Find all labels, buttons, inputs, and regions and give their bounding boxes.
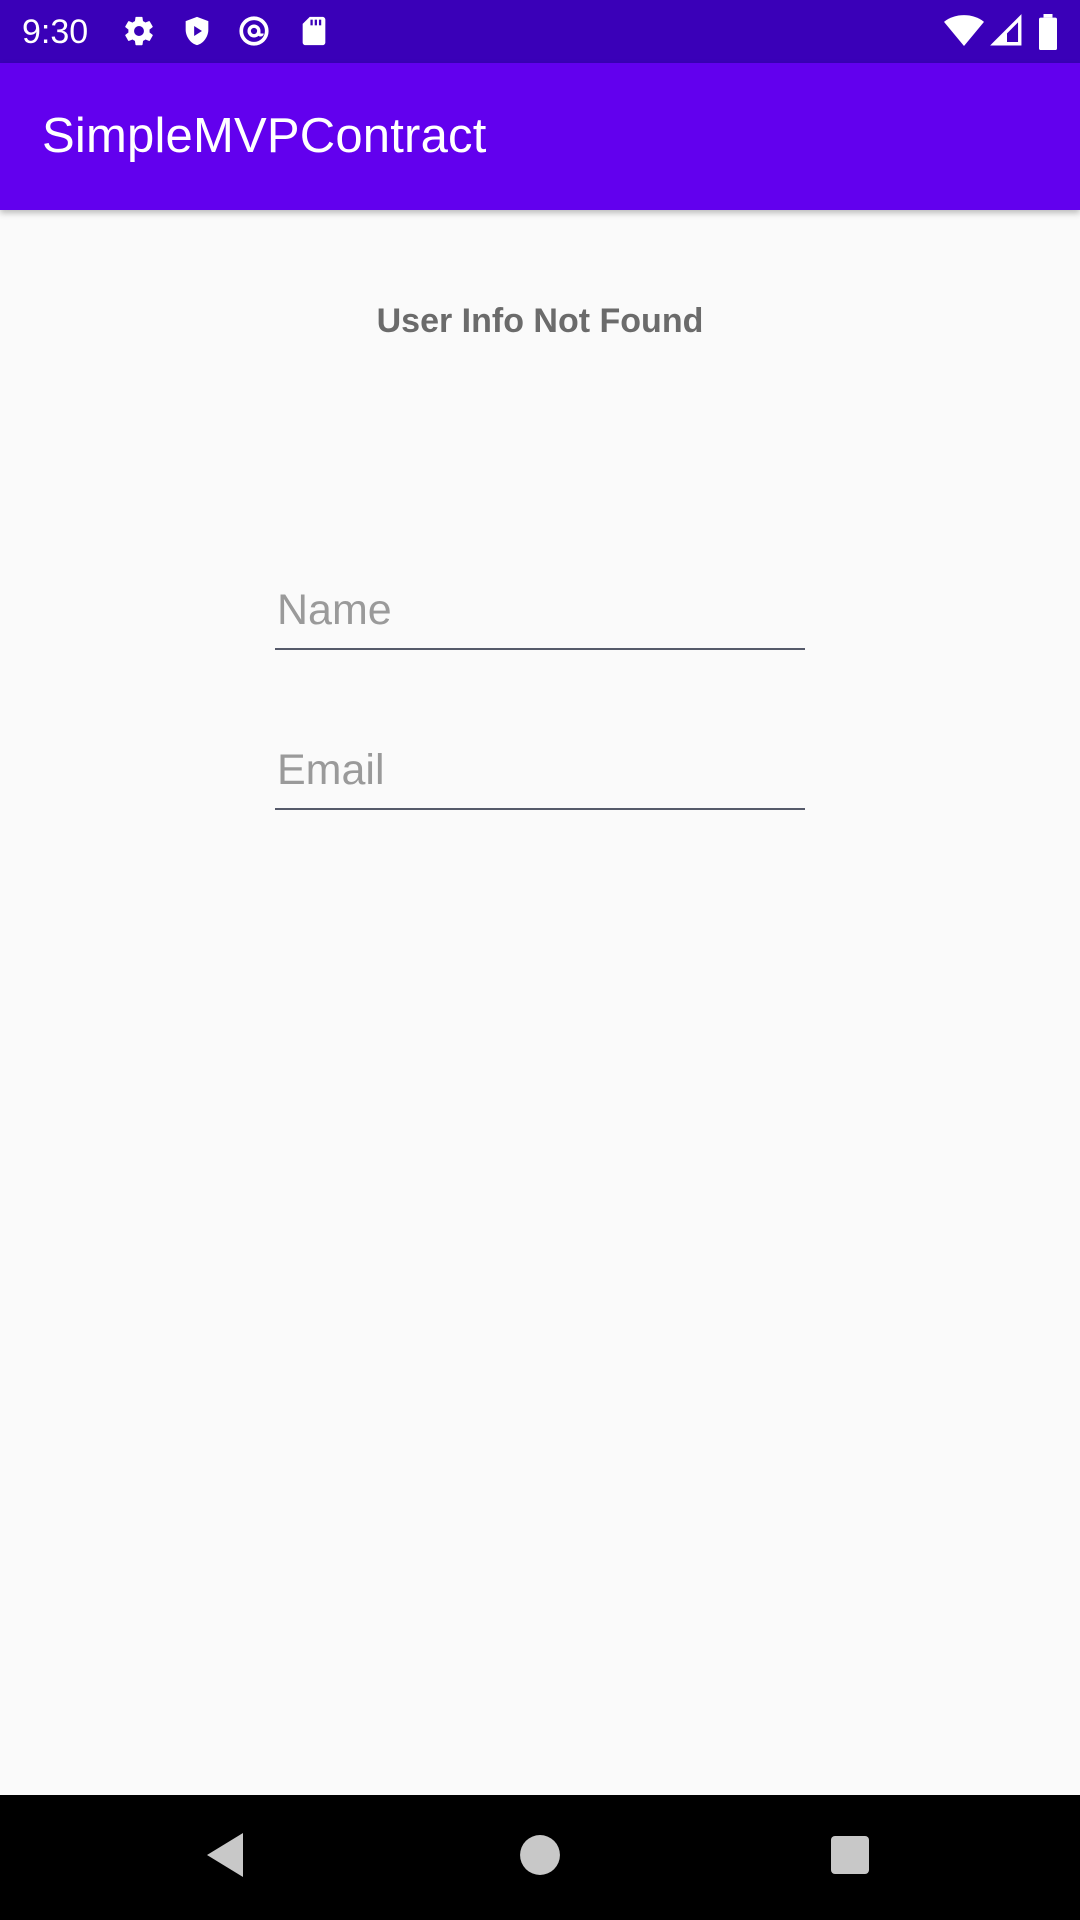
back-button[interactable] [193, 1825, 257, 1889]
recents-icon [830, 1835, 870, 1880]
email-field[interactable] [275, 740, 805, 810]
navigation-bar [0, 1795, 1080, 1920]
main-content: User Info Not Found [0, 210, 1080, 1795]
at-sign-icon [237, 14, 271, 48]
play-protect-icon [180, 14, 214, 48]
home-button[interactable] [508, 1825, 572, 1889]
user-status-text: User Info Not Found [376, 302, 704, 340]
home-icon [519, 1834, 561, 1881]
status-time: 9:30 [22, 13, 89, 51]
status-bar: 9:30 [0, 0, 1080, 63]
app-bar: SimpleMVPContract [0, 63, 1080, 210]
sd-card-icon [297, 14, 331, 48]
wifi-icon [944, 14, 984, 48]
battery-icon [1036, 14, 1060, 51]
recents-button[interactable] [818, 1825, 882, 1889]
name-field[interactable] [275, 580, 805, 650]
settings-icon [122, 14, 156, 48]
app-title: SimpleMVPContract [42, 109, 487, 163]
signal-icon [990, 14, 1024, 48]
back-icon [203, 1831, 247, 1884]
